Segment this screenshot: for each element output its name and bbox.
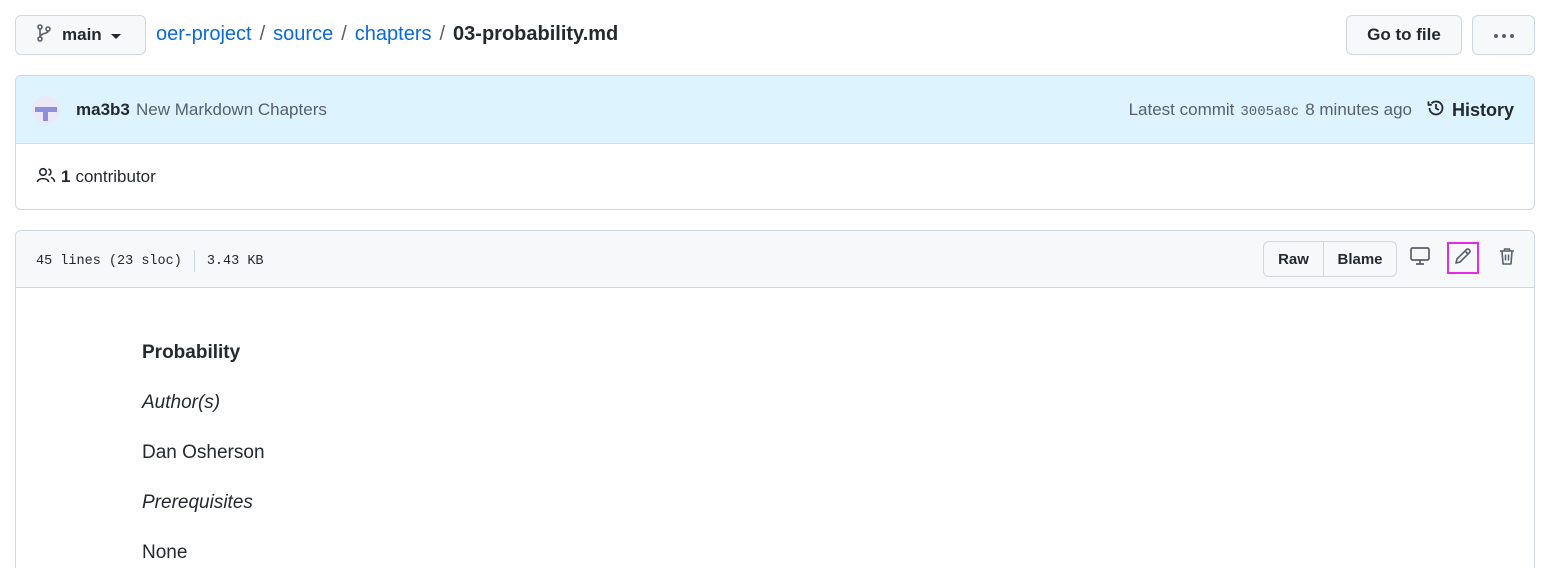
commit-message[interactable]: New Markdown Chapters: [136, 100, 327, 120]
commit-time: 8 minutes ago: [1305, 100, 1412, 119]
branch-select-button[interactable]: main: [15, 15, 146, 55]
file-header: 45 lines (23 sloc) 3.43 KB Raw Blame: [16, 231, 1534, 288]
go-to-file-button[interactable]: Go to file: [1346, 15, 1462, 55]
contributor-label: contributor: [75, 167, 156, 186]
commit-author[interactable]: ma3b3: [76, 100, 130, 120]
display-desktop-button[interactable]: [1404, 241, 1436, 275]
avatar[interactable]: [32, 96, 60, 124]
contributor-count: 1: [61, 167, 71, 186]
content-prereq-value: None: [142, 542, 188, 563]
raw-button[interactable]: Raw: [1264, 242, 1324, 276]
breadcrumb-separator: /: [439, 23, 446, 45]
file-size: 3.43 KB: [206, 253, 264, 269]
pencil-icon: [1453, 246, 1473, 271]
chevron-down-icon: [110, 33, 121, 39]
file-line-count: 45 lines (23 sloc): [36, 253, 182, 269]
trash-icon: [1497, 246, 1517, 271]
commit-box: ma3b3 New Markdown Chapters Latest commi…: [15, 75, 1535, 210]
desktop-icon: [1409, 246, 1431, 271]
git-branch-icon: [36, 23, 52, 47]
breadcrumb-chapters-link[interactable]: chapters: [355, 23, 432, 46]
branch-label: main: [62, 25, 102, 44]
breadcrumb-separator: /: [259, 23, 266, 45]
content-author-name: Dan Osherson: [142, 442, 265, 463]
latest-commit-label: Latest commit: [1128, 100, 1235, 119]
kebab-horizontal-icon: [1493, 26, 1515, 44]
edit-file-button[interactable]: [1447, 242, 1479, 274]
commit-meta: Latest commit 3005a8c 8 minutes ago: [1129, 100, 1412, 120]
file-info: 45 lines (23 sloc) 3.43 KB: [36, 250, 264, 272]
content-prereq-label: Prerequisites: [142, 492, 253, 513]
content-title: Probability: [142, 342, 241, 363]
commit-sha[interactable]: 3005a8c: [1240, 104, 1299, 120]
history-icon: [1426, 98, 1452, 123]
people-icon: [36, 166, 61, 189]
breadcrumb: oer-project / source / chapters / 03-pro…: [156, 23, 618, 46]
raw-blame-group: Raw Blame: [1263, 241, 1397, 277]
delete-file-button[interactable]: [1491, 241, 1523, 275]
breadcrumb-repo-link[interactable]: oer-project: [156, 23, 252, 46]
latest-commit-row: ma3b3 New Markdown Chapters Latest commi…: [16, 76, 1534, 144]
file-viewer: 45 lines (23 sloc) 3.43 KB Raw Blame Pro…: [15, 230, 1535, 568]
blame-button[interactable]: Blame: [1324, 242, 1396, 276]
breadcrumb-separator: /: [341, 23, 347, 45]
contributors-row[interactable]: 1 contributor: [16, 144, 1534, 209]
markdown-body: Probability Author(s) Dan Osherson Prere…: [16, 288, 1534, 565]
divider: [193, 250, 195, 272]
breadcrumb-current-file: 03-probability.md: [453, 23, 619, 45]
more-options-button[interactable]: [1472, 15, 1535, 55]
breadcrumb-source-link[interactable]: source: [273, 23, 333, 46]
history-label: History: [1451, 100, 1514, 120]
content-authors-label: Author(s): [142, 392, 221, 413]
history-link[interactable]: History: [1426, 98, 1514, 123]
